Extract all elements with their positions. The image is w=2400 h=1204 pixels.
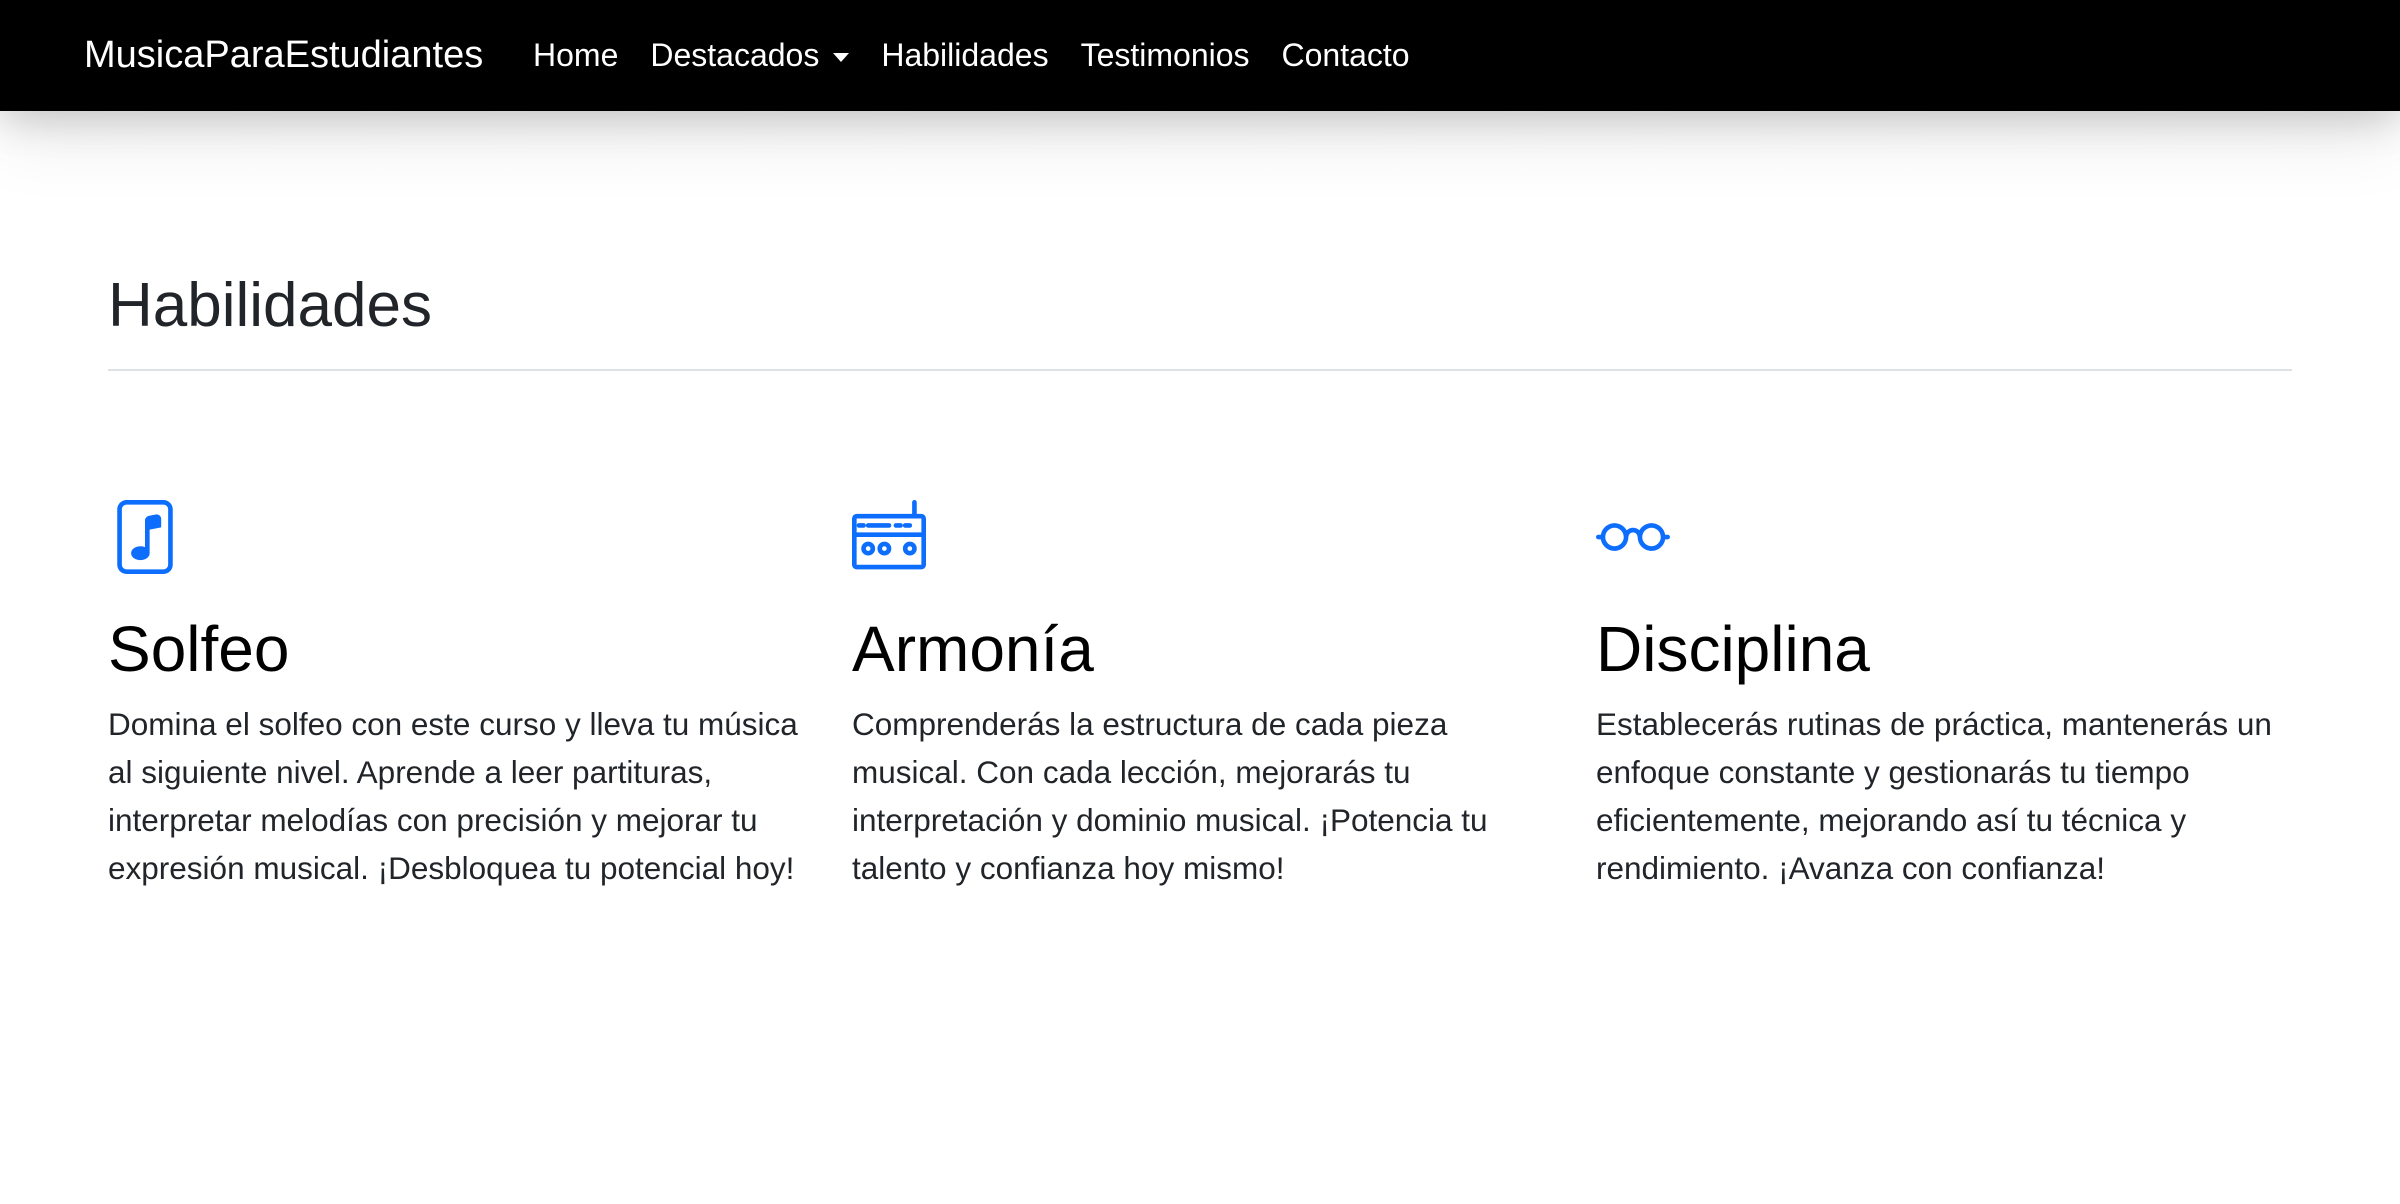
nav-link-contacto[interactable]: Contacto [1282,37,1410,74]
nav-dropdown-destacados[interactable]: Destacados [650,37,850,74]
feature-description: Comprenderás la estructura de cada pieza… [852,706,1488,887]
nav-link-home[interactable]: Home [533,37,618,74]
nav-links: Home Destacados Habilidades Testimonios … [533,0,1442,111]
nav-link-habilidades[interactable]: Habilidades [881,37,1048,74]
nav-link-label: Habilidades [881,37,1049,73]
boombox-icon [852,500,926,570]
feature-card-solfeo: Solfeo Domina el solfeo con este curso y… [108,500,818,892]
section-divider [108,369,2292,371]
nav-link-label: Testimonios [1080,37,1250,73]
caret-down-icon [833,53,850,62]
nav-link-label: Contacto [1281,37,1410,73]
nav-link-label: Home [533,37,619,73]
feature-title: Disciplina [1596,613,1870,685]
feature-card-armonia: Armonía Comprenderás la estructura de ca… [852,500,1562,892]
nav-link-testimonios[interactable]: Testimonios [1081,37,1250,74]
music-file-icon [117,500,173,574]
feature-title: Armonía [852,613,1094,685]
nav-link-label: Destacados [650,37,820,73]
eyeglasses-icon [1596,523,1670,551]
brand-link[interactable]: MusicaParaEstudiantes [84,0,483,111]
feature-card-disciplina: Disciplina Establecerás rutinas de práct… [1596,500,2306,892]
feature-description: Establecerás rutinas de práctica, manten… [1596,706,2272,887]
feature-description: Domina el solfeo con este curso y lleva … [108,706,798,887]
feature-title: Solfeo [108,613,290,685]
navbar: MusicaParaEstudiantes Home Destacados Ha… [0,0,2400,111]
section-title: Habilidades [108,271,432,340]
